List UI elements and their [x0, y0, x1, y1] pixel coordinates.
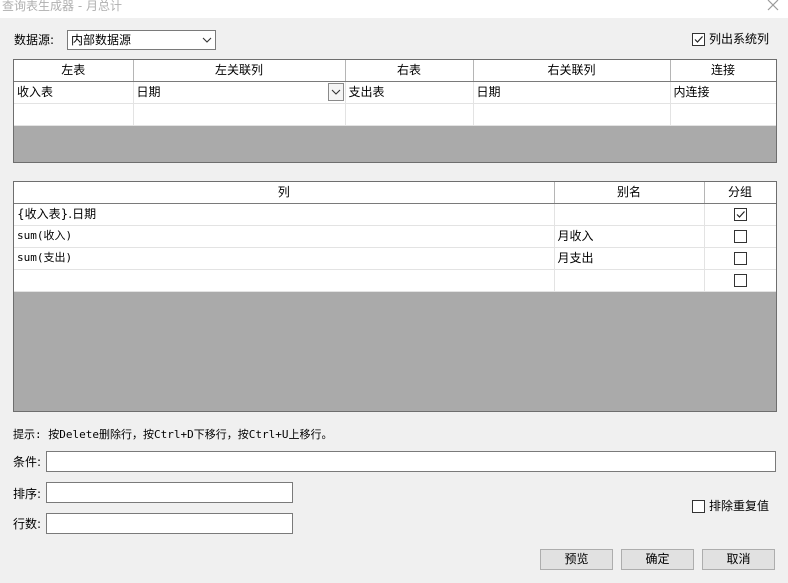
column-header-alias[interactable]: 别名 [554, 182, 705, 204]
join-cell-join-type[interactable] [670, 103, 776, 126]
join-cell-right-table[interactable] [345, 103, 474, 126]
join-header-right-column[interactable]: 右关联列 [473, 60, 671, 82]
condition-label: 条件: [13, 455, 42, 469]
join-table: 左表 左关联列 右表 右关联列 连接 收入表 日期 支出表 日期 内连接 [14, 60, 776, 126]
sort-label: 排序: [13, 487, 42, 501]
column-row [14, 269, 776, 292]
distinct-label: 排除重复值 [709, 499, 770, 513]
row-count-label: 行数: [13, 517, 42, 531]
join-cell-left-column[interactable] [133, 103, 346, 126]
join-cell-left-table[interactable] [14, 103, 134, 126]
join-grid[interactable]: 左表 左关联列 右表 右关联列 连接 收入表 日期 支出表 日期 内连接 [13, 59, 777, 163]
column-row: sum(支出) 月支出 [14, 247, 776, 270]
column-header-row: 列 别名 分组 [14, 182, 776, 204]
close-button[interactable] [762, 0, 784, 16]
chevron-down-icon [202, 37, 212, 43]
join-header-left-column[interactable]: 左关联列 [133, 60, 346, 82]
join-cell-right-column[interactable]: 日期 [473, 81, 671, 104]
group-checkbox[interactable] [733, 274, 747, 287]
column-row: sum(收入) 月收入 [14, 225, 776, 248]
column-header-column[interactable]: 列 [14, 182, 555, 204]
join-header-row: 左表 左关联列 右表 右关联列 连接 [14, 60, 776, 82]
preview-button[interactable]: 预览 [540, 549, 613, 570]
window-title: 查询表生成器 - 月总计 [2, 0, 122, 13]
column-cell-alias[interactable]: 月支出 [554, 247, 705, 270]
datasource-select[interactable]: 内部数据源 [67, 30, 216, 50]
column-cell-group[interactable] [704, 203, 776, 226]
column-cell-group[interactable] [704, 247, 776, 270]
chevron-down-icon [331, 89, 340, 95]
hint-text: 提示: 按Delete删除行，按Ctrl+D下移行，按Ctrl+U上移行。 [13, 428, 333, 441]
group-checkbox[interactable] [733, 252, 747, 265]
column-cell-group[interactable] [704, 225, 776, 248]
join-header-right-table[interactable]: 右表 [345, 60, 474, 82]
join-cell-left-column-value: 日期 [136, 85, 161, 99]
join-row [14, 103, 776, 126]
group-checkbox[interactable] [733, 230, 747, 243]
column-grid[interactable]: 列 别名 分组 {收入表}.日期 sum(收入) 月收入 sum(支出) 月支出 [13, 181, 777, 412]
column-cell-expression[interactable]: {收入表}.日期 [14, 203, 555, 226]
column-cell-expression[interactable] [14, 269, 555, 292]
column-cell-expression[interactable]: sum(收入) [14, 225, 555, 248]
sort-input[interactable] [46, 482, 293, 503]
datasource-value: 内部数据源 [71, 33, 132, 47]
column-row: {收入表}.日期 [14, 203, 776, 226]
row-count-input[interactable] [46, 513, 293, 534]
column-cell-group[interactable] [704, 269, 776, 292]
checkmark-icon [736, 211, 745, 218]
join-header-join-type[interactable]: 连接 [670, 60, 776, 82]
column-cell-alias[interactable]: 月收入 [554, 225, 705, 248]
close-icon [767, 0, 779, 11]
join-cell-right-table[interactable]: 支出表 [345, 81, 474, 104]
left-column-dropdown-button[interactable] [327, 82, 344, 101]
title-bar: 查询表生成器 - 月总计 [0, 0, 788, 18]
group-checkbox[interactable] [733, 208, 747, 221]
datasource-label: 数据源: [14, 33, 55, 47]
list-system-columns-label: 列出系统列 [709, 32, 770, 46]
join-header-left-table[interactable]: 左表 [14, 60, 134, 82]
join-row: 收入表 日期 支出表 日期 内连接 [14, 81, 776, 104]
join-cell-right-column[interactable] [473, 103, 671, 126]
join-cell-left-table[interactable]: 收入表 [14, 81, 134, 104]
column-cell-expression[interactable]: sum(支出) [14, 247, 555, 270]
join-cell-join-type[interactable]: 内连接 [670, 81, 776, 104]
column-cell-alias[interactable] [554, 269, 705, 292]
distinct-checkbox[interactable] [692, 500, 705, 513]
column-header-group[interactable]: 分组 [704, 182, 776, 204]
column-cell-alias[interactable] [554, 203, 705, 226]
condition-input[interactable] [46, 451, 776, 472]
list-system-columns-checkbox[interactable] [692, 33, 705, 46]
column-table: 列 别名 分组 {收入表}.日期 sum(收入) 月收入 sum(支出) 月支出 [14, 182, 776, 292]
ok-button[interactable]: 确定 [621, 549, 694, 570]
cancel-button[interactable]: 取消 [702, 549, 775, 570]
checkmark-icon [694, 36, 703, 43]
join-cell-left-column[interactable]: 日期 [133, 81, 346, 104]
